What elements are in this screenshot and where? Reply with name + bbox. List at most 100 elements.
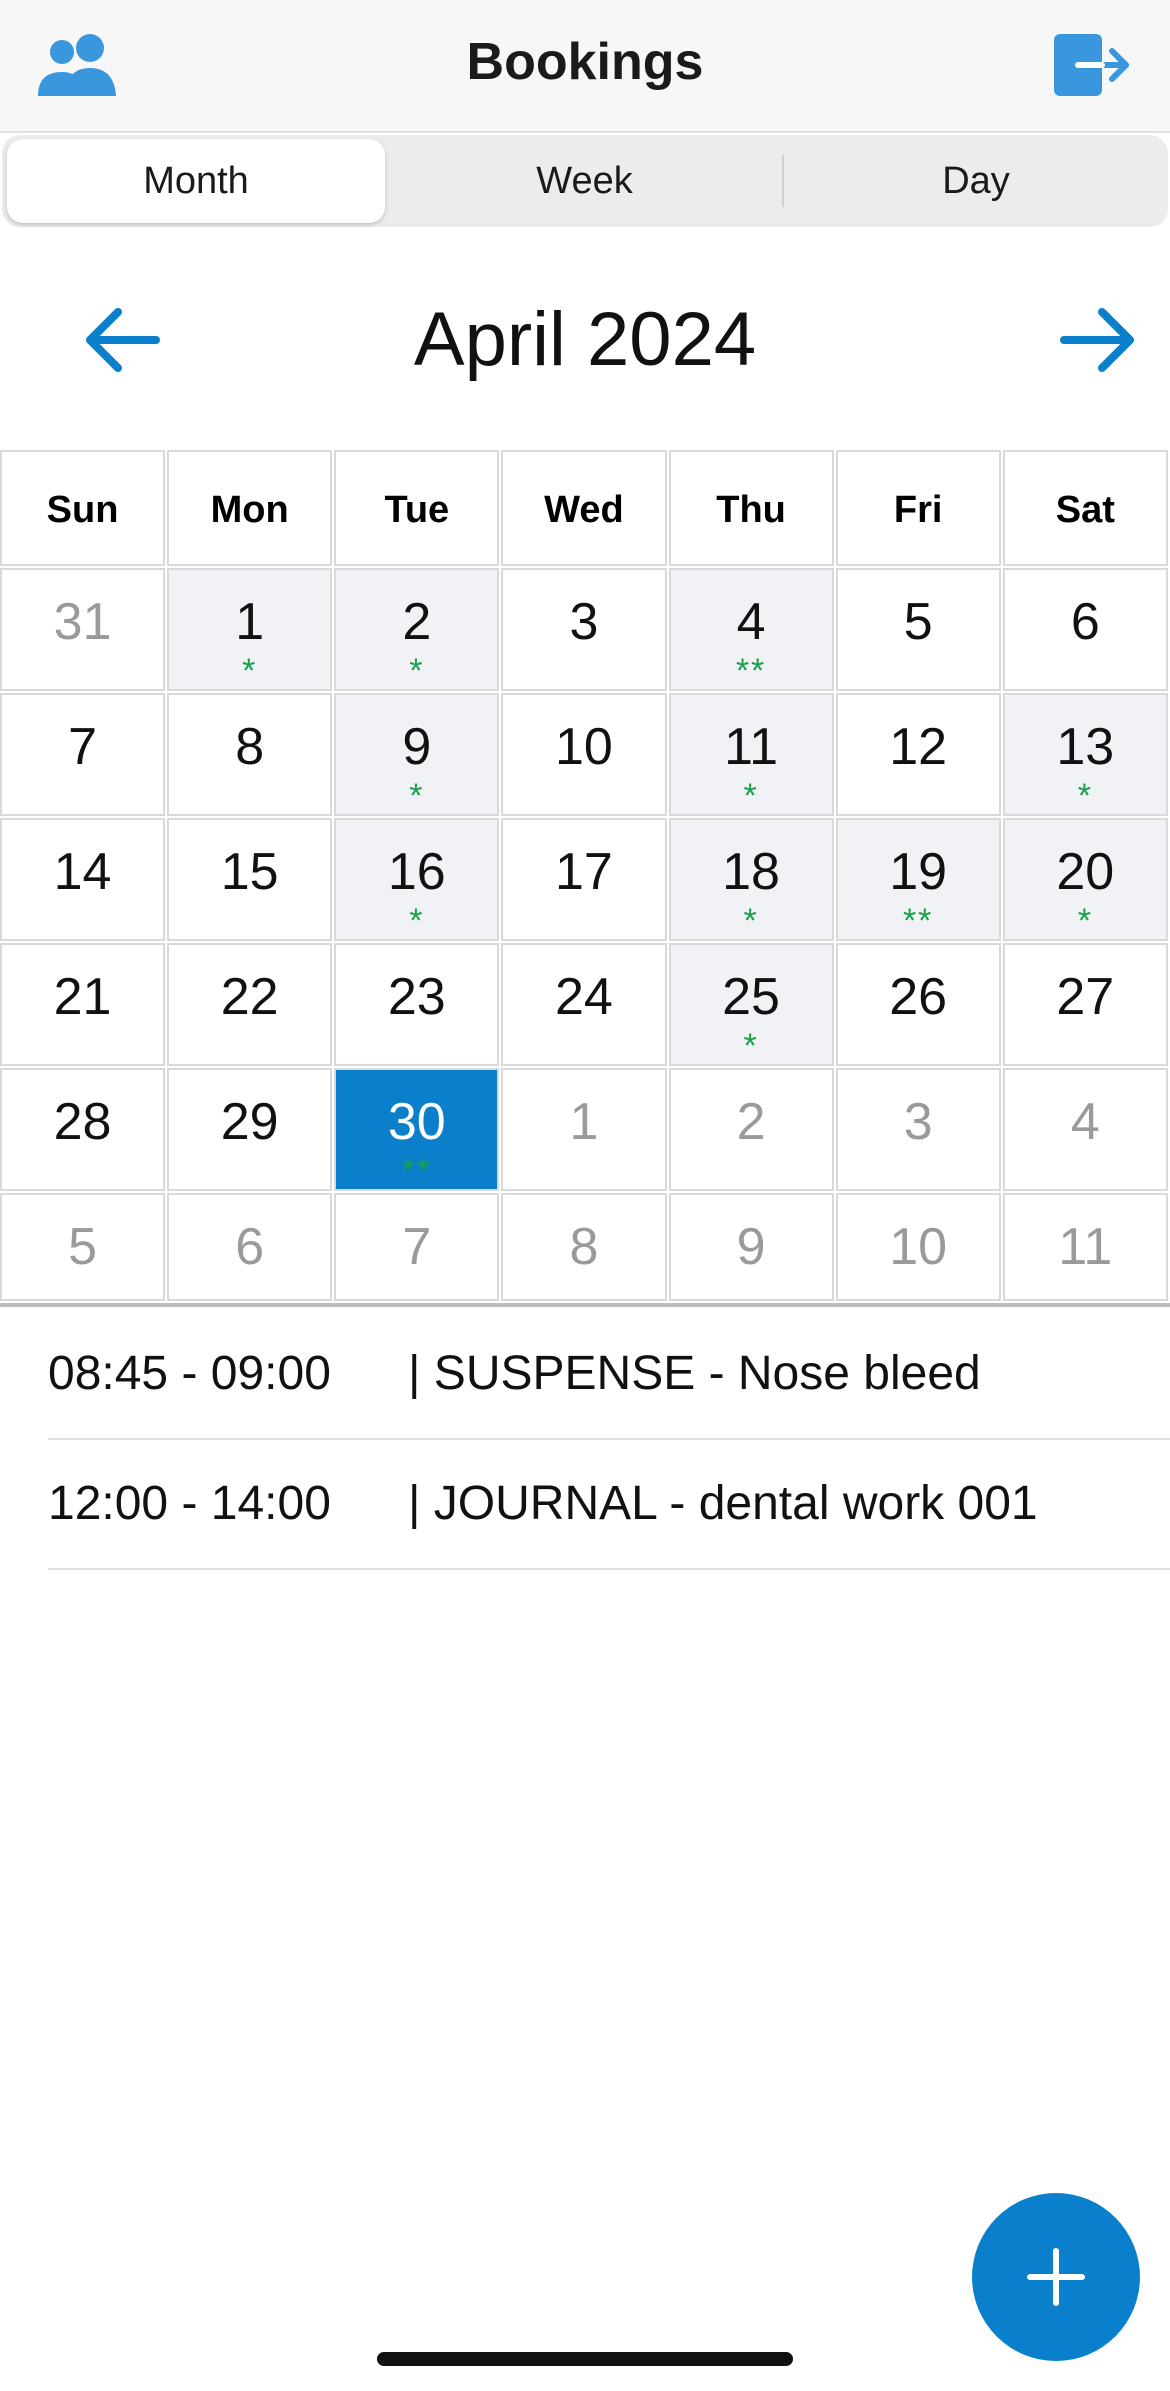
tab-week[interactable]: Week <box>392 139 777 223</box>
day-number: 7 <box>68 718 98 776</box>
day-number: 13 <box>1056 718 1115 776</box>
calendar-day[interactable]: 20 * <box>1002 818 1168 941</box>
calendar-weeks: 31 1 * 2 * 3 4 ** 5 6 7 8 9 * 10 11 * 12 13 * 14 15 16 * 17 18 * 19… <box>0 566 1170 1301</box>
day-number: 8 <box>569 1218 599 1276</box>
calendar-day[interactable]: 26 <box>835 943 1001 1066</box>
calendar-day[interactable]: 11 * <box>668 693 834 816</box>
event-markers: * <box>242 652 258 690</box>
calendar-day[interactable]: 6 <box>1002 568 1168 691</box>
day-number: 11 <box>724 718 779 776</box>
calendar-day[interactable]: 3 <box>835 1068 1001 1191</box>
day-number: 22 <box>220 968 279 1026</box>
event-time: 08:45 - 09:00 <box>48 1347 331 1400</box>
day-number: 6 <box>1070 593 1100 651</box>
calendar-day[interactable]: 17 <box>501 818 667 941</box>
day-number: 23 <box>387 968 446 1026</box>
calendar-day[interactable]: 11 <box>1002 1193 1168 1301</box>
calendar-day[interactable]: 29 <box>167 1068 333 1191</box>
calendar-day[interactable]: 15 <box>167 818 333 941</box>
tab-day[interactable]: Day <box>787 139 1165 223</box>
day-number: 1 <box>569 1093 599 1151</box>
event-markers: * <box>1077 902 1093 940</box>
calendar-day[interactable]: 21 <box>0 943 166 1066</box>
day-number: 12 <box>889 718 948 776</box>
weekday-label: Tue <box>334 450 500 566</box>
day-number: 4 <box>736 593 766 651</box>
weekday-label: Sun <box>0 450 166 566</box>
calendar-day[interactable]: 19 ** <box>835 818 1001 941</box>
tab-month[interactable]: Month <box>7 139 385 223</box>
calendar-day[interactable]: 23 <box>334 943 500 1066</box>
calendar-day[interactable]: 9 * <box>334 693 500 816</box>
calendar-day[interactable]: 7 <box>334 1193 500 1301</box>
calendar-day[interactable]: 8 <box>501 1193 667 1301</box>
calendar-day[interactable]: 22 <box>167 943 333 1066</box>
calendar-day-selected[interactable]: 30 ** <box>334 1068 500 1191</box>
calendar-day[interactable]: 10 <box>835 1193 1001 1301</box>
calendar-day[interactable]: 28 <box>0 1068 166 1191</box>
weekday-label: Sat <box>1002 450 1168 566</box>
calendar-day[interactable]: 1 <box>501 1068 667 1191</box>
arrow-right-icon[interactable] <box>1058 300 1138 380</box>
event-list: 08:45 - 09:00 | SUSPENSE - Nose bleed 12:… <box>0 1310 1170 1570</box>
event-markers: ** <box>735 652 767 690</box>
event-item[interactable]: 12:00 - 14:00 | JOURNAL - dental work 001 <box>48 1440 1170 1570</box>
calendar-day[interactable]: 2 * <box>334 568 500 691</box>
calendar-day[interactable]: 16 * <box>334 818 500 941</box>
weekday-label: Mon <box>167 450 333 566</box>
day-number: 16 <box>387 843 446 901</box>
day-number: 14 <box>53 843 112 901</box>
event-title: | JOURNAL - dental work 001 <box>408 1477 1038 1530</box>
calendar-day[interactable]: 12 <box>835 693 1001 816</box>
day-number: 9 <box>402 718 432 776</box>
calendar-day[interactable]: 5 <box>0 1193 166 1301</box>
event-markers: * <box>743 1027 759 1065</box>
calendar-day[interactable]: 25 * <box>668 943 834 1066</box>
day-number: 5 <box>903 593 933 651</box>
calendar-day[interactable]: 5 <box>835 568 1001 691</box>
calendar-day[interactable]: 3 <box>501 568 667 691</box>
calendar-day[interactable]: 4 ** <box>668 568 834 691</box>
day-number: 3 <box>903 1093 933 1151</box>
calendar-day[interactable]: 8 <box>167 693 333 816</box>
day-number: 27 <box>1056 968 1115 1026</box>
calendar-day[interactable]: 27 <box>1002 943 1168 1066</box>
calendar-day[interactable]: 24 <box>501 943 667 1066</box>
month-title: April 2024 <box>413 297 757 382</box>
day-number: 2 <box>736 1093 766 1151</box>
event-markers: * <box>409 902 425 940</box>
weekday-label: Thu <box>668 450 834 566</box>
logout-icon[interactable] <box>1052 32 1132 98</box>
app-header: Bookings <box>0 0 1170 133</box>
page-title: Bookings <box>466 33 704 91</box>
calendar-day[interactable]: 4 <box>1002 1068 1168 1191</box>
event-markers: * <box>743 777 759 815</box>
calendar-day[interactable]: 13 * <box>1002 693 1168 816</box>
day-number: 5 <box>68 1218 98 1276</box>
event-item[interactable]: 08:45 - 09:00 | SUSPENSE - Nose bleed <box>48 1310 1170 1440</box>
add-booking-button[interactable] <box>972 2193 1140 2361</box>
day-number: 10 <box>555 718 613 776</box>
day-number: 3 <box>569 593 599 651</box>
calendar-day[interactable]: 14 <box>0 818 166 941</box>
calendar-day[interactable]: 2 <box>668 1068 834 1191</box>
calendar-day[interactable]: 9 <box>668 1193 834 1301</box>
calendar-week-row: 14 15 16 * 17 18 * 19 ** 20 * <box>0 816 1170 941</box>
day-number: 15 <box>220 843 279 901</box>
day-number: 30 <box>387 1093 446 1151</box>
day-number: 4 <box>1070 1093 1100 1151</box>
day-number: 6 <box>235 1218 265 1276</box>
day-number: 20 <box>1056 843 1115 901</box>
calendar-day[interactable]: 31 <box>0 568 166 691</box>
calendar-week-row: 7 8 9 * 10 11 * 12 13 * <box>0 691 1170 816</box>
day-number: 24 <box>555 968 613 1026</box>
calendar-day[interactable]: 6 <box>167 1193 333 1301</box>
view-switcher: Month Week Day <box>2 135 1168 227</box>
calendar-day[interactable]: 1 * <box>167 568 333 691</box>
calendar-day[interactable]: 18 * <box>668 818 834 941</box>
calendar-day[interactable]: 10 <box>501 693 667 816</box>
calendar-day[interactable]: 7 <box>0 693 166 816</box>
day-number: 2 <box>402 593 432 651</box>
plus-icon <box>1027 2248 1085 2306</box>
day-number: 18 <box>722 843 780 901</box>
